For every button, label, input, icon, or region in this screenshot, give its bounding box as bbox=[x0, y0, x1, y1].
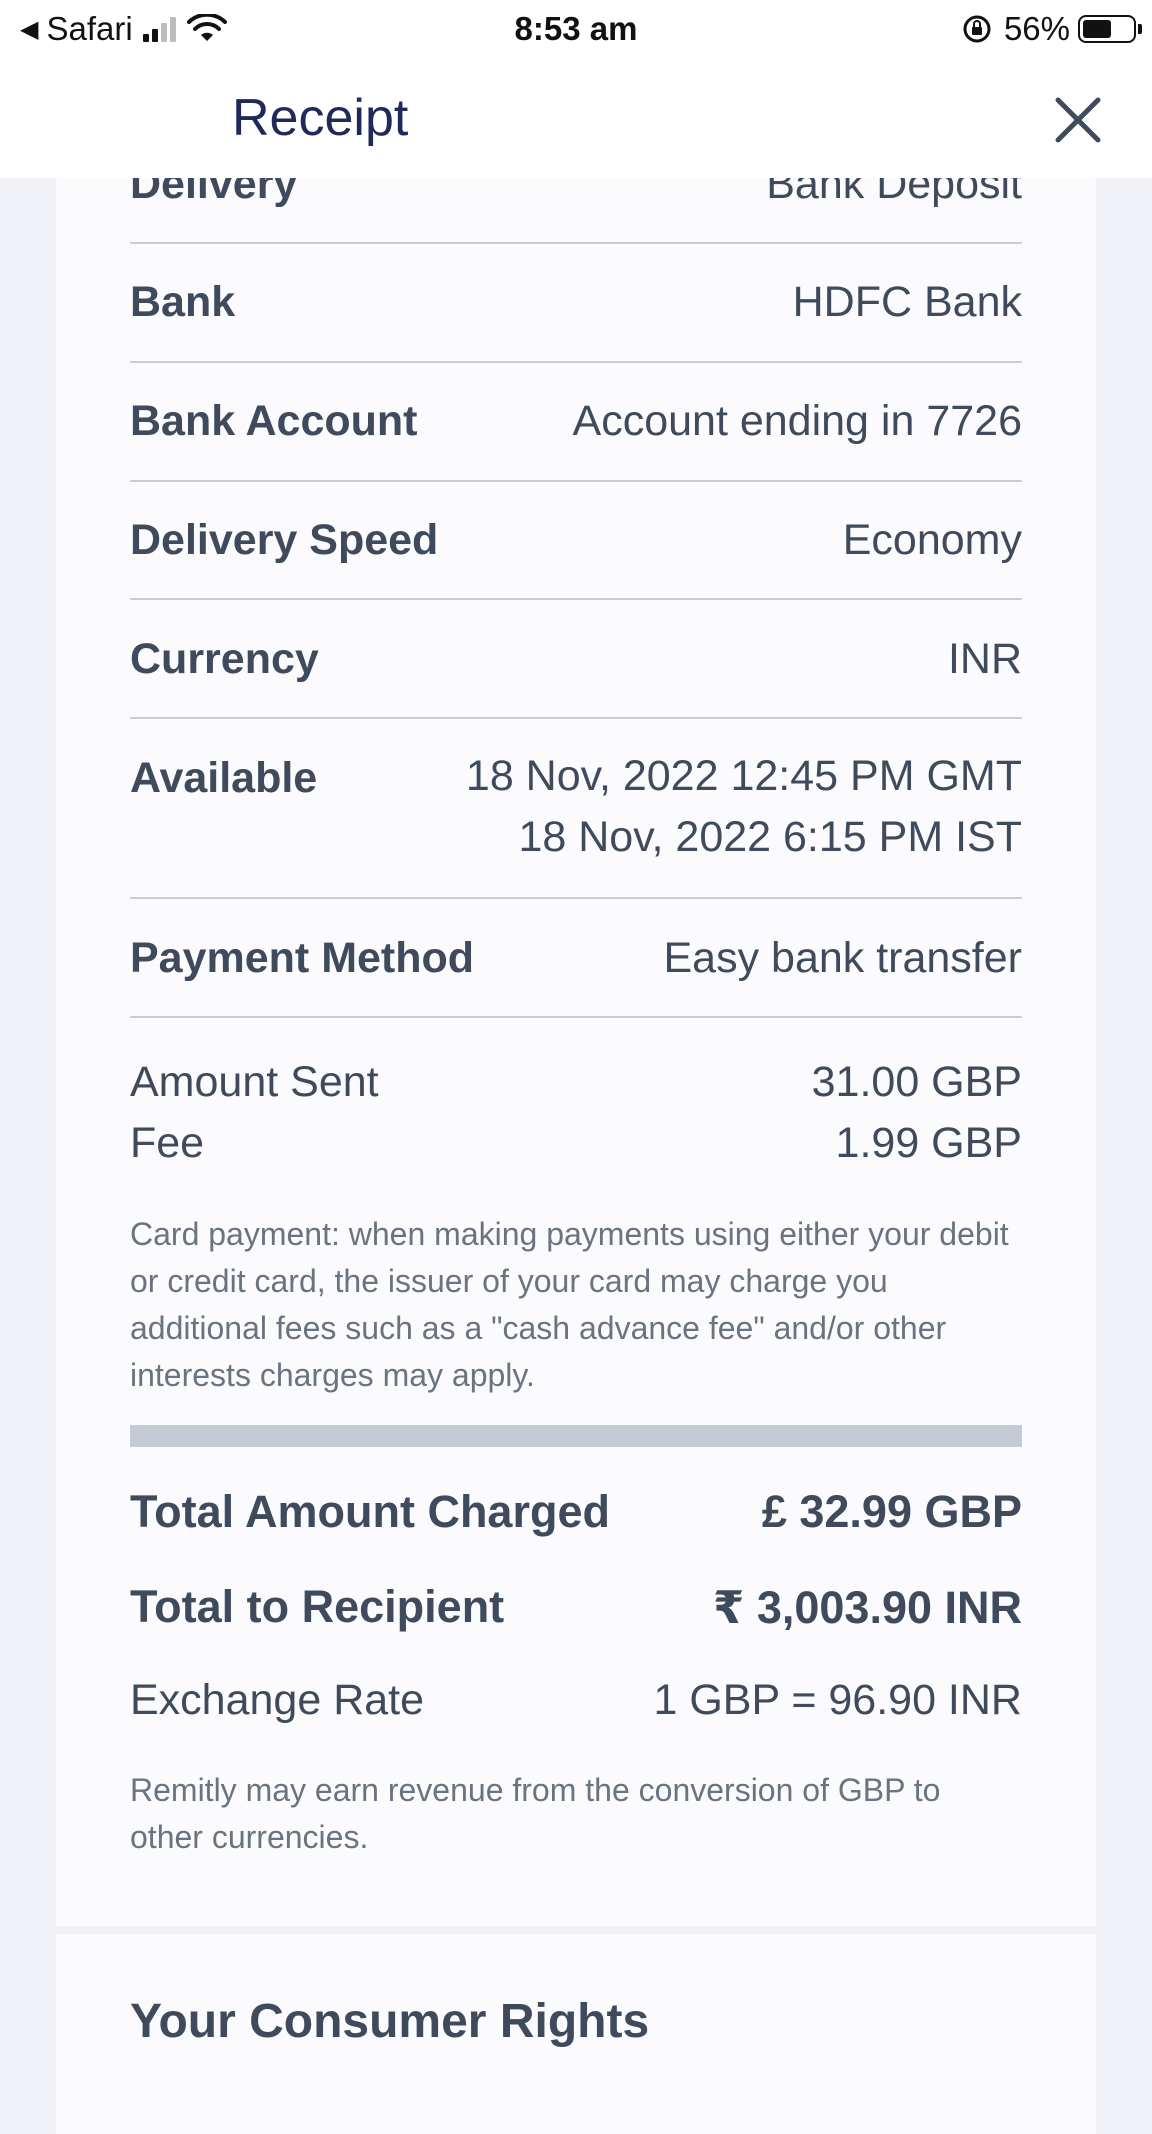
card-payment-note: Card payment: when making payments using… bbox=[130, 1216, 1009, 1393]
divider bbox=[130, 717, 1022, 719]
amount-sent-value: 31.00 GBP bbox=[811, 1058, 1022, 1106]
fee-label: Fee bbox=[130, 1119, 205, 1167]
currency-value: INR bbox=[947, 635, 1022, 683]
delivery-speed-label: Delivery Speed bbox=[130, 516, 439, 564]
amount-sent-label: Amount Sent bbox=[130, 1058, 379, 1106]
divider bbox=[130, 480, 1022, 482]
payment-method-row: Payment Method Easy bank transfer bbox=[130, 934, 1022, 983]
available-gmt: 18 Nov, 2022 12:45 PM GMT bbox=[465, 752, 1022, 800]
bank-account-row: Bank Account Account ending in 7726 bbox=[130, 397, 1022, 446]
revenue-note: Remitly may earn revenue from the conver… bbox=[130, 1772, 941, 1855]
divider bbox=[130, 361, 1022, 363]
close-icon[interactable] bbox=[1050, 92, 1106, 148]
divider bbox=[130, 1016, 1022, 1018]
battery-percentage: 56% bbox=[1003, 10, 1070, 47]
exchange-rate-row: Exchange Rate 1 GBP = 96.90 INR bbox=[130, 1676, 1022, 1725]
status-bar: ◀ Safari 8:53 am 56% bbox=[0, 0, 1152, 58]
currency-row: Currency INR bbox=[130, 635, 1022, 684]
fee-value: 1.99 GBP bbox=[835, 1119, 1022, 1167]
bank-label: Bank bbox=[130, 278, 236, 326]
battery-icon bbox=[1078, 15, 1142, 43]
total-recipient-value: ₹ 3,003.90 INR bbox=[713, 1582, 1022, 1633]
bank-account-label: Bank Account bbox=[130, 397, 418, 445]
total-charged-label: Total Amount Charged bbox=[130, 1486, 610, 1537]
bank-row: Bank HDFC Bank bbox=[130, 278, 1022, 327]
divider bbox=[130, 598, 1022, 600]
available-value: 18 Nov, 2022 12:45 PM GMT 18 Nov, 2022 6… bbox=[466, 746, 1022, 868]
currency-label: Currency bbox=[130, 635, 319, 683]
section-separator bbox=[130, 1425, 1022, 1447]
bank-value: HDFC Bank bbox=[792, 278, 1022, 326]
delivery-speed-row: Delivery Speed Economy bbox=[130, 516, 1022, 565]
payment-method-value: Easy bank transfer bbox=[663, 934, 1022, 982]
payment-method-label: Payment Method bbox=[130, 934, 475, 982]
page-title: Receipt bbox=[232, 89, 409, 147]
bank-account-value: Account ending in 7726 bbox=[572, 397, 1022, 445]
consumer-rights-card: Your Consumer Rights bbox=[56, 1934, 1096, 2134]
available-ist: 18 Nov, 2022 6:15 PM IST bbox=[518, 813, 1022, 861]
receipt-header: Receipt bbox=[0, 58, 1152, 178]
receipt-card: Delivery Bank Deposit Bank HDFC Bank Ban… bbox=[56, 130, 1096, 1926]
available-row: Available 18 Nov, 2022 12:45 PM GMT 18 N… bbox=[130, 752, 1022, 868]
consumer-rights-title: Your Consumer Rights bbox=[130, 1995, 650, 2048]
total-recipient-row: Total to Recipient ₹ 3,003.90 INR bbox=[130, 1581, 1022, 1634]
exchange-rate-value: 1 GBP = 96.90 INR bbox=[653, 1676, 1022, 1724]
amount-sent-row: Amount Sent 31.00 GBP bbox=[130, 1058, 1022, 1107]
exchange-rate-label: Exchange Rate bbox=[130, 1676, 425, 1724]
total-recipient-label: Total to Recipient bbox=[130, 1581, 505, 1632]
total-charged-value: £ 32.99 GBP bbox=[761, 1486, 1022, 1537]
orientation-lock-icon bbox=[963, 15, 991, 43]
available-label: Available bbox=[130, 754, 318, 802]
fee-row: Fee 1.99 GBP bbox=[130, 1119, 1022, 1168]
divider bbox=[130, 897, 1022, 899]
total-charged-row: Total Amount Charged £ 32.99 GBP bbox=[130, 1486, 1022, 1538]
delivery-speed-value: Economy bbox=[842, 516, 1022, 564]
divider bbox=[130, 242, 1022, 244]
